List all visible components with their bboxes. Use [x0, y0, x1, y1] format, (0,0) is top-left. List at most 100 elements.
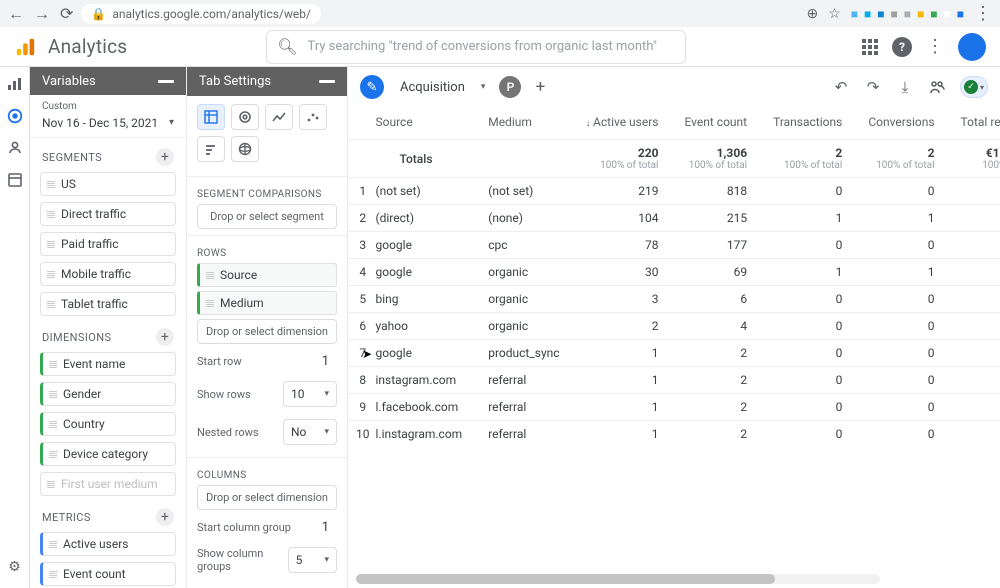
add-metric-button[interactable]: +	[156, 508, 174, 526]
add-segment-button[interactable]: +	[156, 148, 174, 166]
redo-icon[interactable]: ↷	[864, 78, 882, 96]
show-col-select[interactable]: 5▾	[288, 547, 337, 573]
bookmark-star-icon[interactable]: ☆	[828, 6, 841, 22]
pill-item[interactable]: Tablet traffic	[40, 292, 176, 316]
forward-icon[interactable]: →	[34, 4, 50, 24]
drag-grip-icon[interactable]	[206, 272, 214, 279]
column-header[interactable]: Conversions	[860, 107, 952, 140]
pill-item[interactable]: Country	[40, 412, 176, 436]
extension-icon[interactable]: ■	[944, 7, 951, 21]
table-row[interactable]: 1(not set)(not set)21981800	[348, 178, 1000, 205]
line-viz-button[interactable]	[265, 104, 293, 130]
table-viz-button[interactable]	[197, 104, 225, 130]
row-dimension-drop-zone[interactable]: Drop or select dimension	[197, 319, 337, 344]
drag-grip-icon[interactable]	[49, 421, 57, 428]
pill-item[interactable]: Direct traffic	[40, 202, 176, 226]
extension-icon[interactable]: ■	[930, 7, 937, 21]
table-row[interactable]: 9l.facebook.comreferral1200	[348, 394, 1000, 421]
bar-viz-button[interactable]	[197, 136, 225, 162]
scatter-viz-button[interactable]	[299, 104, 327, 130]
table-row[interactable]: 3googlecpc7817700	[348, 232, 1000, 259]
global-search[interactable]: 🔍︎ Try searching "trend of conversions f…	[266, 30, 686, 64]
table-row[interactable]: 7googleproduct_sync1200	[348, 340, 1000, 367]
drag-grip-icon[interactable]	[47, 271, 55, 278]
back-icon[interactable]: ←	[8, 4, 24, 24]
tab-chip[interactable]: P	[499, 76, 521, 98]
undo-icon[interactable]: ↶	[832, 78, 850, 96]
rail-audiences-icon[interactable]	[6, 139, 24, 157]
start-row-value[interactable]: 1	[322, 354, 337, 369]
pill-item[interactable]: Paid traffic	[40, 232, 176, 256]
settings-gear-icon[interactable]: ⚙	[6, 558, 24, 576]
extension-icon[interactable]: ■	[917, 7, 924, 21]
column-header[interactable]: Transactions	[765, 107, 860, 140]
drag-grip-icon[interactable]	[47, 181, 55, 188]
drag-grip-icon[interactable]	[49, 391, 57, 398]
rail-bar-chart-icon[interactable]	[6, 75, 24, 93]
sampling-status-pill[interactable]: ✓▾	[960, 76, 988, 98]
tab-name-dropdown[interactable]: Acquisition ▾	[394, 73, 489, 101]
extension-icon[interactable]: ■	[957, 7, 964, 21]
extension-icon[interactable]: ■	[891, 7, 898, 21]
drag-grip-icon[interactable]	[49, 541, 57, 548]
donut-viz-button[interactable]	[231, 104, 259, 130]
column-header[interactable]: Event count	[677, 107, 766, 140]
collapse-settings-icon[interactable]	[319, 80, 335, 83]
drag-grip-icon[interactable]	[49, 361, 57, 368]
pill-item[interactable]: US	[40, 172, 176, 196]
horizontal-scrollbar[interactable]	[356, 574, 880, 584]
edit-tab-icon[interactable]: ✎	[360, 75, 384, 99]
collapse-variables-icon[interactable]	[158, 80, 174, 83]
rail-explore-icon[interactable]	[6, 107, 24, 125]
table-row[interactable]: 4googleorganic306911€	[348, 259, 1000, 286]
user-avatar[interactable]	[958, 33, 986, 61]
add-dimension-button[interactable]: +	[156, 328, 174, 346]
table-row[interactable]: 2(direct)(none)10421511€	[348, 205, 1000, 232]
extension-icon[interactable]: ■	[864, 7, 871, 21]
table-row[interactable]: 10l.instagram.comreferral1200	[348, 421, 1000, 448]
pill-item[interactable]: Active users	[40, 532, 176, 556]
add-tab-button[interactable]: +	[531, 78, 549, 96]
account-menu-icon[interactable]: ⋮	[926, 36, 944, 57]
pill-item[interactable]: Mobile traffic	[40, 262, 176, 286]
nested-rows-select[interactable]: No▾	[283, 419, 337, 445]
pill-item[interactable]: Event name	[40, 352, 176, 376]
drag-grip-icon[interactable]	[47, 481, 55, 488]
dashboard-grid-icon[interactable]	[862, 39, 878, 55]
start-col-value[interactable]: 1	[322, 520, 337, 535]
drag-grip-icon[interactable]	[206, 300, 214, 307]
date-range-picker[interactable]: Nov 16 - Dec 15, 2021 ▾	[30, 114, 186, 138]
download-icon[interactable]: ⤓	[896, 78, 914, 96]
column-header[interactable]: Source	[374, 107, 481, 140]
table-row[interactable]: 8instagram.comreferral1200	[348, 367, 1000, 394]
pill-item[interactable]: Device category	[40, 442, 176, 466]
drag-grip-icon[interactable]	[47, 241, 55, 248]
show-rows-select[interactable]: 10▾	[283, 381, 337, 407]
column-header[interactable]: Active users	[578, 107, 677, 140]
extension-icon[interactable]: ■	[904, 7, 911, 21]
table-row[interactable]: 5bingorganic3600	[348, 286, 1000, 313]
row-pill[interactable]: Source	[197, 263, 337, 287]
drag-grip-icon[interactable]	[47, 211, 55, 218]
extension-icon[interactable]: ■	[877, 7, 884, 21]
extension-icon[interactable]: ■	[851, 7, 858, 21]
drag-grip-icon[interactable]	[49, 451, 57, 458]
page-zoom-icon[interactable]: ⊕	[806, 6, 818, 22]
geo-viz-button[interactable]	[231, 136, 259, 162]
segment-drop-zone[interactable]: Drop or select segment	[197, 204, 337, 229]
reload-icon[interactable]: ⟳	[60, 4, 73, 24]
col-dimension-drop-zone[interactable]: Drop or select dimension	[197, 485, 337, 510]
column-header[interactable]: Total rev	[953, 107, 1000, 140]
pill-item[interactable]: Gender	[40, 382, 176, 406]
share-icon[interactable]	[928, 78, 946, 96]
row-pill[interactable]: Medium	[197, 291, 337, 315]
omnibox[interactable]: 🔒 analytics.google.com/analytics/web/	[81, 4, 321, 24]
pill-item[interactable]: Event count	[40, 562, 176, 586]
column-header[interactable]: Medium	[480, 107, 577, 140]
rail-library-icon[interactable]	[6, 171, 24, 189]
help-icon[interactable]: ?	[892, 37, 912, 57]
table-row[interactable]: 6yahooorganic2400	[348, 313, 1000, 340]
drag-grip-icon[interactable]	[47, 301, 55, 308]
chrome-menu-icon[interactable]: ⋮	[974, 3, 992, 24]
drag-grip-icon[interactable]	[49, 571, 57, 578]
